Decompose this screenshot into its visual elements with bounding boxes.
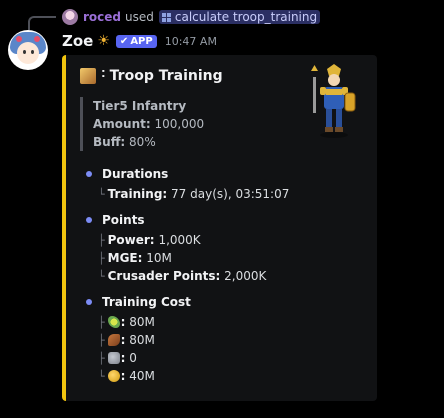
bullet-icon	[86, 299, 92, 305]
item-value: 1,000K	[158, 233, 201, 247]
troop-training-embed: ˸ Troop Training Tier5 Infantry Amount: …	[62, 55, 377, 401]
invoker-avatar[interactable]	[62, 9, 78, 25]
reply-header[interactable]: roced used calculate troop_training	[62, 8, 321, 26]
unit-amount-row: Amount: 100,000	[93, 115, 204, 133]
list-item: ├ : 80M	[98, 333, 155, 347]
buff-label: Buff:	[93, 135, 126, 149]
avatar-hair-dot	[16, 36, 22, 42]
item-label: :	[120, 369, 126, 383]
embed-title-text: Troop Training	[109, 67, 223, 84]
embed-title-prefix: ˸	[101, 68, 106, 84]
slash-command-name: calculate troop_training	[174, 10, 318, 24]
bullet-icon	[86, 217, 92, 223]
item-value: 80M	[129, 315, 155, 329]
item-value: 0	[129, 351, 137, 365]
item-label: :	[120, 333, 126, 347]
list-item: ├ MGE: 10M	[98, 251, 172, 265]
item-value: 77 day(s), 03:51:07	[171, 187, 290, 201]
list-item: ├ : 80M	[98, 315, 155, 329]
list-item: ├ : 0	[98, 351, 137, 365]
item-label: Power:	[107, 233, 155, 247]
bot-avatar[interactable]	[8, 30, 48, 70]
app-badge-label: APP	[130, 35, 153, 47]
item-value: 40M	[129, 369, 155, 383]
list-item: └ Training: 77 day(s), 03:51:07	[98, 187, 289, 201]
wood-icon	[107, 334, 120, 346]
tree-branch-icon: ├	[98, 233, 105, 247]
message-header: Zoe ☀ ✔ APP 10:47 AM	[62, 32, 217, 50]
sun-icon: ☀	[97, 33, 110, 49]
amount-value: 100,000	[154, 117, 205, 131]
embed-title: ˸ Troop Training	[80, 67, 223, 84]
item-label: :	[120, 315, 126, 329]
tree-branch-icon: ├	[98, 251, 105, 265]
amount-label: Amount:	[93, 117, 151, 131]
reply-connector-line	[28, 16, 56, 30]
infantry-unit-thumbnail-icon[interactable]	[303, 63, 365, 139]
list-item: ├ Power: 1,000K	[98, 233, 201, 247]
unit-summary-block: Tier5 Infantry Amount: 100,000 Buff: 80%	[80, 97, 204, 151]
stone-icon	[107, 352, 120, 364]
item-label: Crusader Points:	[107, 269, 221, 283]
message-timestamp[interactable]: 10:47 AM	[165, 35, 217, 48]
section-training-cost: Training Cost	[86, 295, 191, 309]
tree-branch-icon: ├	[98, 333, 105, 347]
section-title: Durations	[102, 167, 169, 181]
tree-branch-icon: └	[98, 187, 105, 201]
item-label: MGE:	[107, 251, 143, 265]
tree-branch-icon: ├	[98, 315, 105, 329]
tree-branch-icon: └	[98, 369, 105, 383]
item-label: Training:	[107, 187, 168, 201]
item-value: 10M	[146, 251, 172, 265]
section-points: Points	[86, 213, 145, 227]
app-badge: ✔ APP	[115, 34, 157, 48]
bullet-icon	[86, 171, 92, 177]
section-title: Training Cost	[102, 295, 191, 309]
item-label: :	[120, 351, 126, 365]
used-text: used	[125, 10, 154, 24]
tree-branch-icon: └	[98, 269, 105, 283]
troop-training-icon	[80, 67, 96, 84]
buff-value: 80%	[129, 135, 156, 149]
gold-icon	[107, 370, 120, 382]
corn-icon	[107, 316, 120, 328]
tree-branch-icon: ├	[98, 351, 105, 365]
section-title: Points	[102, 213, 145, 227]
unit-buff-row: Buff: 80%	[93, 133, 204, 151]
invoker-username[interactable]: roced	[83, 10, 121, 24]
slash-command-chip[interactable]: calculate troop_training	[158, 10, 321, 24]
avatar-hair-dot	[34, 36, 40, 42]
command-icon	[161, 12, 171, 22]
verified-check-icon: ✔	[119, 35, 129, 47]
list-item: └ : 40M	[98, 369, 155, 383]
author-name[interactable]: Zoe	[62, 32, 93, 50]
avatar-face	[17, 42, 39, 64]
section-durations: Durations	[86, 167, 168, 181]
item-value: 80M	[129, 333, 155, 347]
item-value: 2,000K	[224, 269, 267, 283]
unit-name: Tier5 Infantry	[93, 99, 187, 113]
list-item: └ Crusader Points: 2,000K	[98, 269, 266, 283]
avatar-eye	[31, 50, 34, 54]
avatar-eye	[23, 50, 26, 54]
